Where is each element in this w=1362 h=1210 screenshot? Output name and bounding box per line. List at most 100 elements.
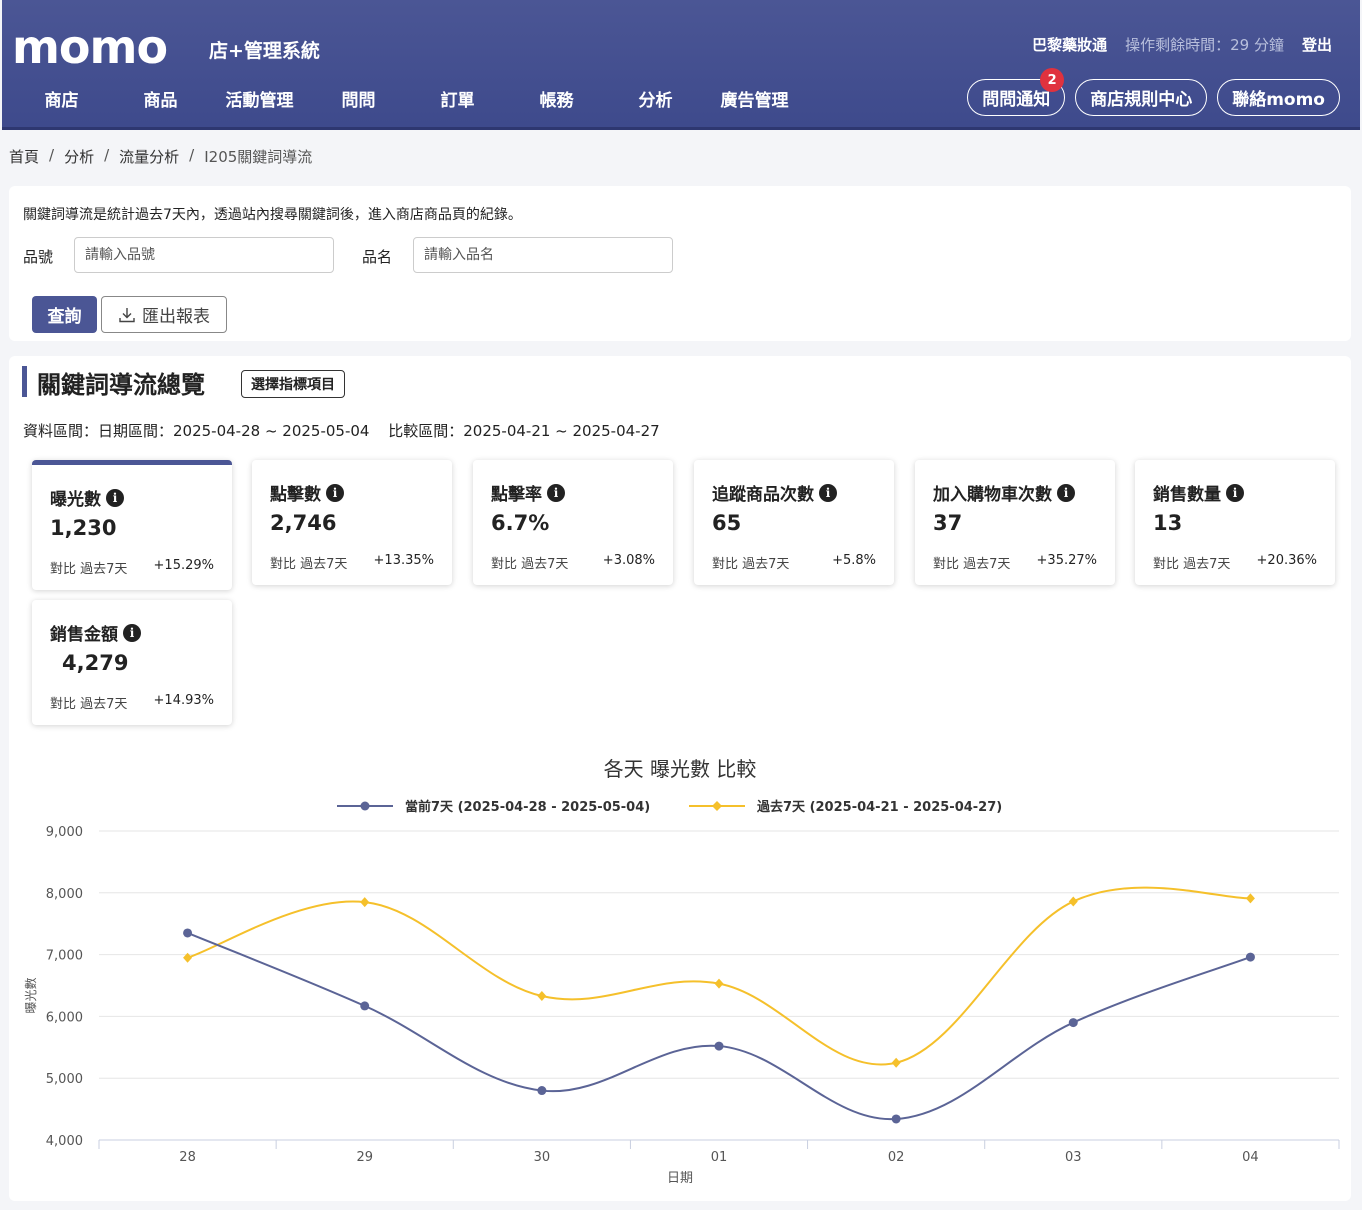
product-id-label: 品號 [23,248,54,266]
data-point [714,1041,724,1051]
breadcrumb-analytics[interactable]: 分析 [64,146,94,167]
breadcrumb-traffic[interactable]: 流量分析 [119,146,179,167]
x-tick-label: 01 [711,1150,728,1165]
metric-label: 銷售數量 i [1153,480,1244,505]
metric-value: 65 [712,511,742,535]
select-metrics-button[interactable]: 選擇指標項目 [241,370,345,398]
metric-card-add-to-cart[interactable]: 加入購物車次數 i 37 對比 過去7天 +35.27% [915,460,1115,585]
y-axis-label: 曝光數 [24,977,38,1013]
export-report-button[interactable]: 匯出報表 [101,296,227,333]
metric-value: 2,746 [270,511,337,535]
nav-item-store[interactable]: 商店 [12,86,111,111]
product-id-input[interactable] [74,237,334,273]
metric-label-text: 點擊數 [270,485,321,505]
data-point [714,978,724,989]
data-point [360,1001,370,1011]
series-line [187,886,1251,1066]
nav-item-qa[interactable]: 問問 [309,86,408,111]
breadcrumb-separator: / [189,146,195,164]
download-icon [119,307,135,322]
x-tick-label: 02 [888,1150,905,1165]
metric-card-sales-amount[interactable]: 銷售金額 i 4,279 對比 過去7天 +14.93% [32,600,232,725]
info-icon[interactable]: i [1057,483,1075,502]
chart-title: 各天 曝光數 比較 [604,757,757,781]
title-accent-bar [22,366,27,397]
data-point [1068,1018,1078,1028]
qa-notify-button[interactable]: 問問通知 2 [967,68,1066,116]
top-header: momo 店+管理系統 巴黎藥妝通 操作剩餘時間：29 分鐘 登出 商店 商品 … [2,0,1360,130]
nav-item-billing[interactable]: 帳務 [507,86,606,111]
metric-card-sales-qty[interactable]: 銷售數量 i 13 對比 過去7天 +20.36% [1135,460,1335,585]
product-name-input[interactable] [413,237,673,273]
metric-card-follows[interactable]: 追蹤商品次數 i 65 對比 過去7天 +5.8% [694,460,894,585]
shop-name: 巴黎藥妝通 [1032,36,1108,54]
data-point [360,897,370,908]
search-card: 關鍵詞導流是統計過去7天內，透過站內搜尋關鍵詞後，進入商店商品頁的紀錄。 品號 … [9,186,1351,341]
nav-item-analytics[interactable]: 分析 [606,86,705,111]
impressions-chart: 各天 曝光數 比較 當前7天 (2025-04-28 - 2025-05-04) 過… [9,746,1351,1196]
query-button[interactable]: 查詢 [32,296,97,333]
metric-value: 4,279 [62,651,129,675]
x-tick-label: 30 [534,1150,551,1165]
metric-compare-label: 對比 過去7天 [1153,557,1231,572]
data-point [891,1057,901,1068]
metric-card-clicks[interactable]: 點擊數 i 2,746 對比 過去7天 +13.35% [252,460,452,585]
header-pill-buttons: 問問通知 2 商店規則中心 聯絡momo [967,68,1340,116]
metric-card-impressions[interactable]: 曝光數 i 1,230 對比 過去7天 +15.29% [32,460,232,590]
metric-label-text: 銷售數量 [1153,485,1221,505]
nav-item-products[interactable]: 商品 [111,86,210,111]
metric-label-text: 追蹤商品次數 [712,485,814,505]
metric-change-percent: +35.27% [1036,553,1097,568]
metric-compare-label: 對比 過去7天 [50,697,128,712]
metric-label: 銷售金額 i [50,620,141,645]
metric-label-text: 加入購物車次數 [933,485,1052,505]
info-icon[interactable]: i [547,483,565,502]
metric-label: 追蹤商品次數 i [712,480,837,505]
legend-marker [360,801,370,811]
metric-label: 點擊率 i [491,480,565,505]
info-icon[interactable]: i [106,488,124,507]
data-point [1245,893,1255,904]
metric-card-ctr[interactable]: 點擊率 i 6.7% 對比 過去7天 +3.08% [473,460,673,585]
metric-label-text: 點擊率 [491,485,542,505]
info-icon[interactable]: i [326,483,344,502]
data-point [1068,896,1078,907]
momo-logo[interactable]: momo [12,24,168,70]
export-label: 匯出報表 [142,307,210,327]
breadcrumb: 首頁 / 分析 / 流量分析 / I205關鍵詞導流 [9,146,312,167]
nav-item-campaigns[interactable]: 活動管理 [210,86,309,111]
main-nav: 商店 商品 活動管理 問問 訂單 帳務 分析 廣告管理 [12,86,804,111]
metric-change-percent: +3.08% [602,553,655,568]
store-rules-button[interactable]: 商店規則中心 [1075,79,1208,116]
x-tick-label: 29 [356,1150,373,1165]
session-timer: 操作剩餘時間：29 分鐘 [1125,36,1284,54]
info-icon[interactable]: i [1226,483,1244,502]
x-tick-label: 28 [179,1150,196,1165]
data-point [537,991,547,1002]
data-point [183,928,193,938]
legend-label: 當前7天 (2025-04-28 - 2025-05-04) [405,799,650,815]
metric-change-percent: +20.36% [1256,553,1317,568]
account-bar: 巴黎藥妝通 操作剩餘時間：29 分鐘 登出 [1032,34,1332,55]
metric-compare-label: 對比 過去7天 [491,557,569,572]
breadcrumb-home[interactable]: 首頁 [9,146,39,167]
data-point [1245,952,1255,962]
x-tick-label: 04 [1242,1150,1259,1165]
overview-title: 關鍵詞導流總覽 [37,371,205,399]
info-icon[interactable]: i [819,483,837,502]
metric-value: 1,230 [50,516,117,540]
nav-item-ads[interactable]: 廣告管理 [705,86,804,111]
system-subtitle: 店+管理系統 [209,40,320,62]
metric-label-text: 銷售金額 [50,625,118,645]
logout-link[interactable]: 登出 [1302,34,1332,55]
y-tick-label: 7,000 [46,949,83,964]
metric-compare-label: 對比 過去7天 [270,557,348,572]
page-description: 關鍵詞導流是統計過去7天內，透過站內搜尋關鍵詞後，進入商店商品頁的紀錄。 [23,207,522,223]
qa-notify-label: 問問通知 [982,90,1051,110]
contact-momo-button[interactable]: 聯絡momo [1217,79,1340,116]
metric-change-percent: +14.93% [153,693,214,708]
metric-compare-label: 對比 過去7天 [50,562,128,577]
nav-item-orders[interactable]: 訂單 [408,86,507,111]
metric-label: 加入購物車次數 i [933,480,1075,505]
info-icon[interactable]: i [123,623,141,642]
